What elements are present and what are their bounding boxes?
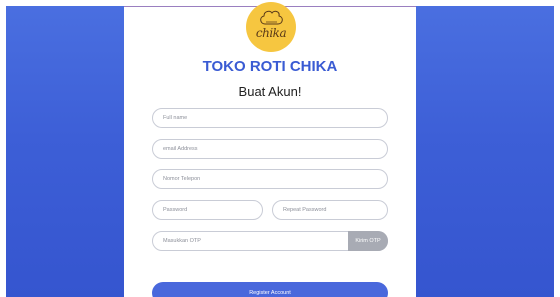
full-name-input[interactable]: Full name <box>152 108 388 128</box>
register-card: chika TOKO ROTI CHIKA Buat Akun! Full na… <box>124 2 416 297</box>
register-account-button[interactable]: Register Account <box>152 282 388 297</box>
phone-input[interactable]: Nomor Telepon <box>152 169 388 189</box>
screen: chika TOKO ROTI CHIKA Buat Akun! Full na… <box>0 0 560 297</box>
email-input[interactable]: email Address <box>152 139 388 159</box>
repeat-password-input[interactable]: Repeat Password <box>272 200 388 220</box>
shop-title: TOKO ROTI CHIKA <box>202 58 338 75</box>
send-otp-button[interactable]: Kirim OTP <box>348 231 388 251</box>
logo-wordmark: chika <box>255 26 287 40</box>
form-heading: Buat Akun! <box>238 84 302 99</box>
brand-logo: chika <box>246 2 296 52</box>
password-input[interactable]: Password <box>152 200 263 220</box>
otp-group: Masukkan OTP Kirim OTP <box>152 231 388 251</box>
